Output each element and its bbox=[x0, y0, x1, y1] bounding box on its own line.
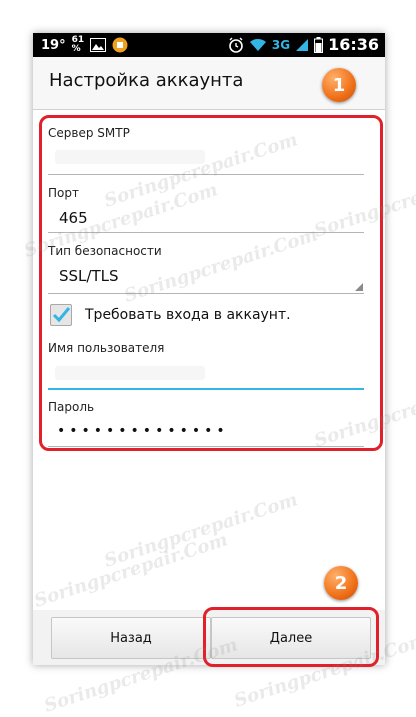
battery-percent-badge: 61 % bbox=[72, 36, 85, 54]
battery-icon bbox=[314, 36, 324, 53]
battery-percent-bottom: % bbox=[71, 44, 81, 54]
port-underline bbox=[48, 232, 364, 233]
image-icon bbox=[90, 38, 107, 52]
step-1-badge: 1 bbox=[322, 68, 356, 102]
next-button[interactable]: Далее bbox=[211, 617, 371, 659]
smtp-server-label: Сервер SMTP bbox=[48, 126, 130, 140]
username-input[interactable] bbox=[55, 366, 205, 380]
signal-icon bbox=[296, 38, 309, 51]
account-settings-form: Сервер SMTP Порт 465 Тип безопасности SS… bbox=[33, 110, 385, 610]
alarm-clock-icon bbox=[229, 37, 243, 53]
security-type-select[interactable]: SSL/TLS bbox=[59, 267, 119, 285]
smtp-server-input[interactable] bbox=[55, 150, 205, 164]
status-bar: 19° 61 % 3G 16:36 bbox=[33, 33, 385, 57]
port-input[interactable]: 465 bbox=[59, 209, 88, 227]
status-bar-left: 19° 61 % bbox=[41, 36, 128, 54]
require-login-checkbox[interactable] bbox=[50, 304, 72, 326]
password-label: Пароль bbox=[48, 400, 95, 414]
username-label: Имя пользователя bbox=[48, 341, 165, 355]
username-underline bbox=[48, 388, 364, 390]
checkmark-icon bbox=[52, 307, 71, 323]
port-label: Порт bbox=[48, 186, 79, 200]
wifi-icon bbox=[249, 38, 266, 51]
network-type: 3G bbox=[271, 37, 291, 52]
button-bar: Назад Далее bbox=[33, 610, 385, 665]
smtp-server-underline bbox=[48, 174, 364, 175]
step-2-badge: 2 bbox=[324, 566, 358, 600]
require-login-label: Требовать входа в аккаунт. bbox=[85, 307, 291, 323]
security-type-label: Тип безопасности bbox=[48, 244, 162, 258]
dropdown-arrow-icon bbox=[355, 283, 363, 291]
password-input[interactable]: •••••••••••••• bbox=[57, 423, 229, 439]
notification-app-icon bbox=[112, 37, 128, 53]
temperature-text: 19° bbox=[41, 37, 66, 53]
security-type-underline bbox=[48, 293, 364, 294]
status-bar-right: 3G 16:36 bbox=[228, 35, 379, 54]
clock-time: 16:36 bbox=[328, 35, 379, 54]
page-title: Настройка аккаунта bbox=[49, 70, 244, 91]
back-button[interactable]: Назад bbox=[51, 617, 211, 659]
password-underline bbox=[48, 446, 364, 447]
